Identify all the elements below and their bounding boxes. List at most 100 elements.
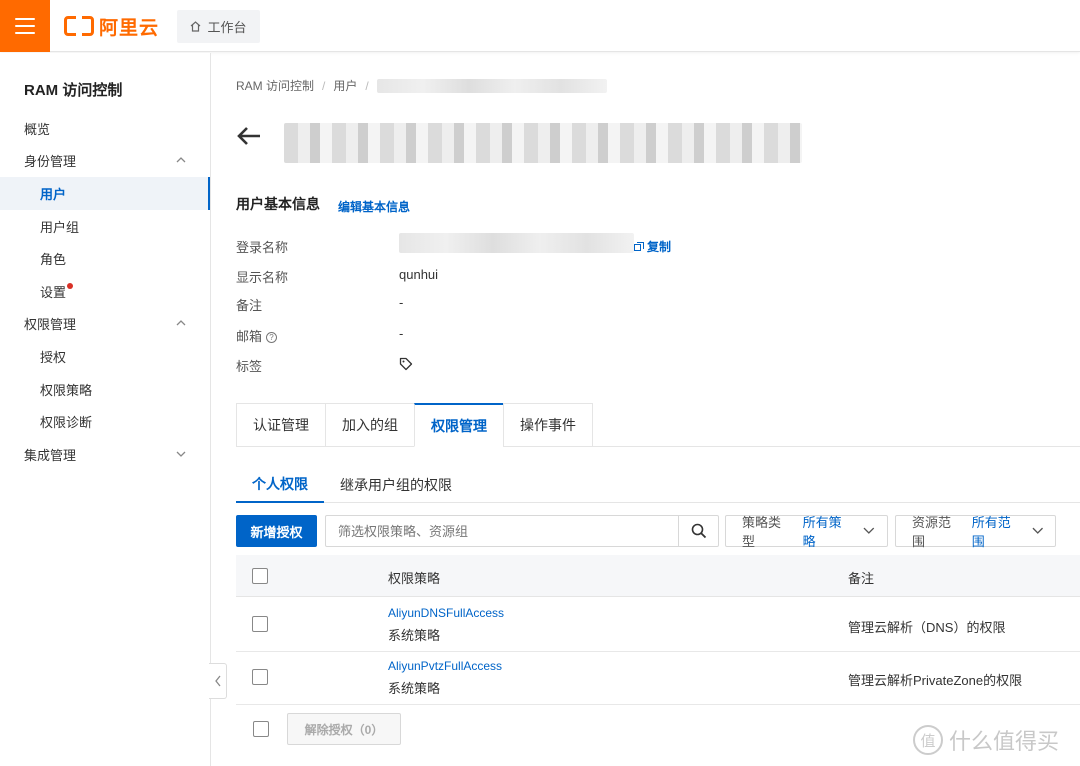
- search-input[interactable]: [326, 516, 678, 546]
- top-bar: 阿里云 工作台: [0, 0, 1080, 52]
- field-label-note: 备注: [236, 298, 263, 313]
- field-value-display: qunhui: [399, 267, 439, 282]
- subtab-bar: 个人权限 继承用户组的权限: [236, 467, 468, 503]
- chevron-up-icon: [176, 320, 186, 326]
- watermark-logo: 值: [913, 725, 943, 755]
- tab-groups[interactable]: 加入的组: [325, 403, 414, 447]
- copy-label: 复制: [647, 240, 672, 254]
- field-label-tags: 标签: [236, 359, 263, 374]
- select-all-checkbox[interactable]: [252, 568, 268, 584]
- column-header-note: 备注: [848, 571, 875, 586]
- sidebar-item-label: 权限管理: [24, 317, 77, 332]
- field-label-email: 邮箱?: [236, 326, 278, 345]
- policy-type: 系统策略: [388, 681, 441, 696]
- table-row: AliyunDNSFullAccess 系统策略 管理云解析（DNS）的权限: [236, 598, 1080, 652]
- sidebar: RAM 访问控制 概览 身份管理 用户 用户组 角色 设置 权限管理 授权 权限…: [0, 53, 211, 766]
- resource-scope-select[interactable]: 资源范围 所有范围: [895, 515, 1056, 549]
- login-name-redacted: [399, 233, 634, 253]
- sidebar-item-groups[interactable]: 用户组: [0, 210, 210, 243]
- policy-cell: AliyunPvtzFullAccess 系统策略: [388, 659, 502, 697]
- chevron-up-icon: [176, 157, 186, 163]
- select-label: 策略类型: [742, 515, 782, 549]
- row-checkbox[interactable]: [252, 669, 268, 685]
- home-icon: [190, 21, 201, 32]
- add-grant-button[interactable]: 新增授权: [236, 515, 317, 547]
- workbench-label: 工作台: [207, 20, 247, 35]
- sidebar-item-settings[interactable]: 设置: [0, 275, 210, 308]
- hamburger-menu-button[interactable]: [0, 0, 50, 52]
- search-box: [325, 515, 719, 547]
- notification-dot: [67, 282, 74, 289]
- field-value-email: -: [399, 326, 404, 341]
- table-row: AliyunPvtzFullAccess 系统策略 管理云解析PrivateZo…: [236, 651, 1080, 705]
- sidebar-item-roles[interactable]: 角色: [0, 242, 210, 275]
- field-value-note: -: [399, 295, 404, 310]
- sidebar-item-identity[interactable]: 身份管理: [0, 144, 210, 177]
- sidebar-item-users[interactable]: 用户: [0, 177, 210, 210]
- watermark: 值 什么值得买: [913, 724, 1059, 756]
- breadcrumb-item-ram[interactable]: RAM 访问控制: [236, 77, 314, 94]
- copy-icon: [634, 241, 644, 251]
- policy-note: 管理云解析（DNS）的权限: [848, 620, 1006, 635]
- menu-icon: [15, 18, 35, 20]
- sidebar-item-label: 集成管理: [24, 448, 77, 463]
- sidebar-item-label: 设置: [40, 285, 67, 300]
- sidebar-item-label: 权限诊断: [40, 415, 93, 430]
- sidebar-item-label: 用户: [40, 187, 67, 202]
- help-icon[interactable]: ?: [266, 332, 278, 344]
- tab-auth[interactable]: 认证管理: [236, 403, 325, 447]
- copy-button[interactable]: 复制: [634, 238, 671, 255]
- aliyun-logo[interactable]: 阿里云: [64, 13, 159, 39]
- tab-permissions[interactable]: 权限管理: [414, 403, 503, 447]
- subtab-inherited[interactable]: 继承用户组的权限: [324, 467, 468, 503]
- email-label-text: 邮箱: [236, 329, 263, 344]
- policy-type: 系统策略: [388, 628, 441, 643]
- sidebar-item-label: 权限策略: [40, 383, 93, 398]
- sidebar-item-grants[interactable]: 授权: [0, 340, 210, 373]
- chevron-down-icon: [863, 527, 875, 534]
- breadcrumb-separator: /: [365, 78, 369, 93]
- subtab-personal[interactable]: 个人权限: [236, 467, 324, 503]
- policy-type-select[interactable]: 策略类型 所有策略: [725, 515, 888, 549]
- sidebar-item-permissions[interactable]: 权限管理: [0, 307, 210, 340]
- breadcrumb: RAM 访问控制 / 用户 /: [236, 77, 607, 94]
- workbench-button[interactable]: 工作台: [177, 10, 260, 43]
- back-arrow-icon[interactable]: [236, 125, 262, 147]
- menu-icon-line: [15, 25, 35, 27]
- search-icon: [691, 523, 706, 539]
- sidebar-item-label: 角色: [40, 252, 67, 267]
- edit-basic-info-link[interactable]: 编辑基本信息: [338, 198, 410, 215]
- field-label-display: 显示名称: [236, 270, 289, 285]
- breadcrumb-separator: /: [322, 78, 326, 93]
- sidebar-item-label: 用户组: [40, 220, 80, 235]
- sidebar-item-overview[interactable]: 概览: [0, 112, 210, 145]
- section-title: 用户基本信息: [236, 196, 320, 212]
- policy-name-link[interactable]: AliyunDNSFullAccess: [388, 606, 504, 620]
- tab-events[interactable]: 操作事件: [503, 403, 593, 447]
- row-checkbox[interactable]: [252, 616, 268, 632]
- tag-icon[interactable]: [399, 357, 413, 374]
- table-header: 权限策略 备注: [236, 555, 1080, 597]
- footer-select-all-checkbox[interactable]: [253, 721, 269, 737]
- sidebar-title: RAM 访问控制: [24, 82, 123, 99]
- select-value: 所有策略: [802, 515, 842, 549]
- revoke-button[interactable]: 解除授权（0）: [287, 713, 401, 745]
- sidebar-item-integration[interactable]: 集成管理: [0, 438, 210, 471]
- field-value-login: [399, 233, 634, 256]
- chevron-down-icon: [176, 451, 186, 457]
- sidebar-item-label: 授权: [40, 350, 67, 365]
- policy-cell: AliyunDNSFullAccess 系统策略: [388, 606, 504, 644]
- select-value: 所有范围: [971, 515, 1011, 549]
- menu-icon-line: [15, 32, 35, 34]
- policy-name-link[interactable]: AliyunPvtzFullAccess: [388, 659, 502, 673]
- breadcrumb-redacted: [376, 78, 607, 93]
- watermark-text: 什么值得买: [949, 729, 1060, 754]
- breadcrumb-item-users[interactable]: 用户: [333, 77, 357, 94]
- search-button[interactable]: [678, 516, 718, 546]
- column-header-policy: 权限策略: [388, 571, 441, 586]
- field-label-login: 登录名称: [236, 240, 289, 255]
- aliyun-logo-icon: [64, 16, 94, 36]
- sidebar-item-policies[interactable]: 权限策略: [0, 373, 210, 406]
- sidebar-item-diagnosis[interactable]: 权限诊断: [0, 405, 210, 438]
- main-content: RAM 访问控制 / 用户 / 用户基本信息 编辑基本信息 登录名称 复制 显示…: [212, 53, 1080, 766]
